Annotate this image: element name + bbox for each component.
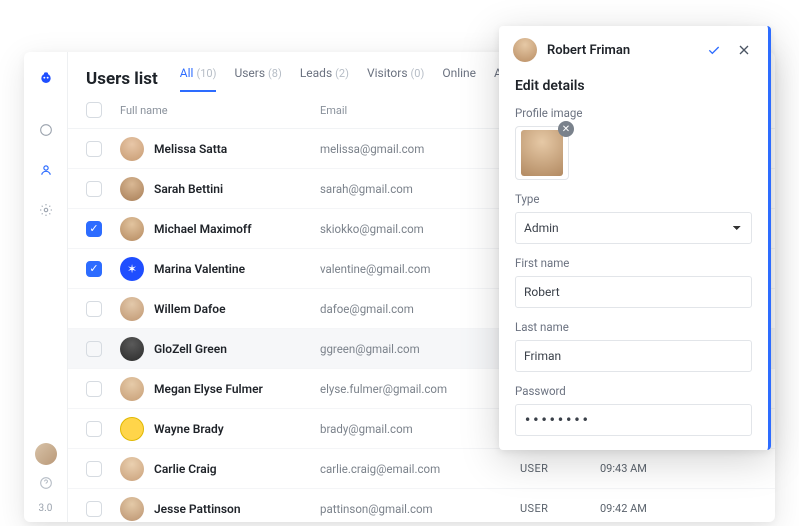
label-first-name: First name [515, 256, 752, 270]
user-email: brady@gmail.com [320, 422, 520, 436]
user-time: 09:43 AM [600, 462, 757, 475]
user-avatar [120, 177, 144, 201]
close-button[interactable] [734, 40, 754, 60]
row-checkbox[interactable]: ✓ [86, 221, 102, 237]
page-title: Users list [86, 69, 158, 89]
row-checkbox[interactable] [86, 341, 102, 357]
profile-image-box[interactable]: ✕ [515, 126, 569, 180]
user-email: carlie.craig@email.com [320, 462, 520, 476]
row-checkbox[interactable] [86, 501, 102, 517]
user-avatar [120, 497, 144, 521]
select-all-checkbox[interactable] [86, 102, 102, 118]
tab-online[interactable]: Online [442, 66, 476, 92]
user-avatar [120, 337, 144, 361]
row-checkbox[interactable] [86, 461, 102, 477]
user-name: Marina Valentine [154, 262, 245, 276]
user-name: GloZell Green [154, 342, 227, 356]
user-time: 09:42 AM [600, 502, 757, 515]
row-checkbox[interactable] [86, 301, 102, 317]
panel-user-name: Robert Friman [547, 43, 694, 58]
table-row[interactable]: Jesse Pattinson pattinson@gmail.comUSER09… [68, 489, 775, 522]
tab-visitors[interactable]: Visitors(0) [367, 66, 424, 92]
password-field[interactable] [515, 404, 752, 436]
tab-leads[interactable]: Leads(2) [300, 66, 349, 92]
nav-settings-icon[interactable] [34, 198, 58, 222]
user-avatar [120, 417, 144, 441]
label-type: Type [515, 192, 752, 206]
version-label: 3.0 [39, 503, 53, 514]
current-user-avatar[interactable] [35, 443, 57, 465]
user-email: skiokko@gmail.com [320, 222, 520, 236]
user-type: USER [520, 502, 600, 515]
user-avatar [120, 137, 144, 161]
user-email: sarah@gmail.com [320, 182, 520, 196]
label-password: Password [515, 384, 752, 398]
user-name: Melissa Satta [154, 142, 227, 156]
user-email: elyse.fulmer@gmail.com [320, 382, 520, 396]
panel-heading: Edit details [515, 78, 752, 94]
user-avatar [120, 457, 144, 481]
row-checkbox[interactable] [86, 181, 102, 197]
user-name: Sarah Bettini [154, 182, 223, 196]
col-fullname: Full name [120, 104, 320, 117]
user-email: dafoe@gmail.com [320, 302, 520, 316]
row-checkbox[interactable] [86, 141, 102, 157]
col-email: Email [320, 104, 520, 117]
label-last-name: Last name [515, 320, 752, 334]
edit-panel: Robert Friman Edit details Profile image… [499, 26, 771, 450]
type-select[interactable]: Admin [515, 212, 752, 244]
remove-image-icon[interactable]: ✕ [558, 121, 574, 137]
user-avatar [120, 297, 144, 321]
user-name: Jesse Pattinson [154, 502, 241, 516]
nav-users-icon[interactable] [34, 158, 58, 182]
nav-messages-icon[interactable] [34, 118, 58, 142]
user-name: Willem Dafoe [154, 302, 226, 316]
user-avatar [120, 377, 144, 401]
sidebar: 3.0 [24, 52, 68, 522]
first-name-field[interactable] [515, 276, 752, 308]
panel-header: Robert Friman [499, 26, 768, 74]
user-email: pattinson@gmail.com [320, 502, 520, 516]
tab-users[interactable]: Users(8) [234, 66, 281, 92]
profile-image [521, 130, 563, 176]
user-type: USER [520, 462, 600, 475]
panel-avatar [513, 38, 537, 62]
tab-all[interactable]: All(10) [180, 66, 217, 92]
row-checkbox[interactable]: ✓ [86, 261, 102, 277]
app-logo-icon [38, 66, 54, 90]
user-name: Carlie Craig [154, 462, 217, 476]
user-avatar [120, 217, 144, 241]
user-name: Megan Elyse Fulmer [154, 382, 263, 396]
row-checkbox[interactable] [86, 381, 102, 397]
user-email: ggreen@gmail.com [320, 342, 520, 356]
row-checkbox[interactable] [86, 421, 102, 437]
table-row[interactable]: Carlie Craig carlie.craig@email.comUSER09… [68, 449, 775, 489]
user-email: melissa@gmail.com [320, 142, 520, 156]
last-name-field[interactable] [515, 340, 752, 372]
help-icon[interactable] [38, 475, 54, 495]
confirm-button[interactable] [704, 40, 724, 60]
user-email: valentine@gmail.com [320, 262, 520, 276]
user-avatar: ✶ [120, 257, 144, 281]
label-profile-image: Profile image [515, 106, 752, 120]
user-name: Wayne Brady [154, 422, 224, 436]
user-name: Michael Maximoff [154, 222, 251, 236]
